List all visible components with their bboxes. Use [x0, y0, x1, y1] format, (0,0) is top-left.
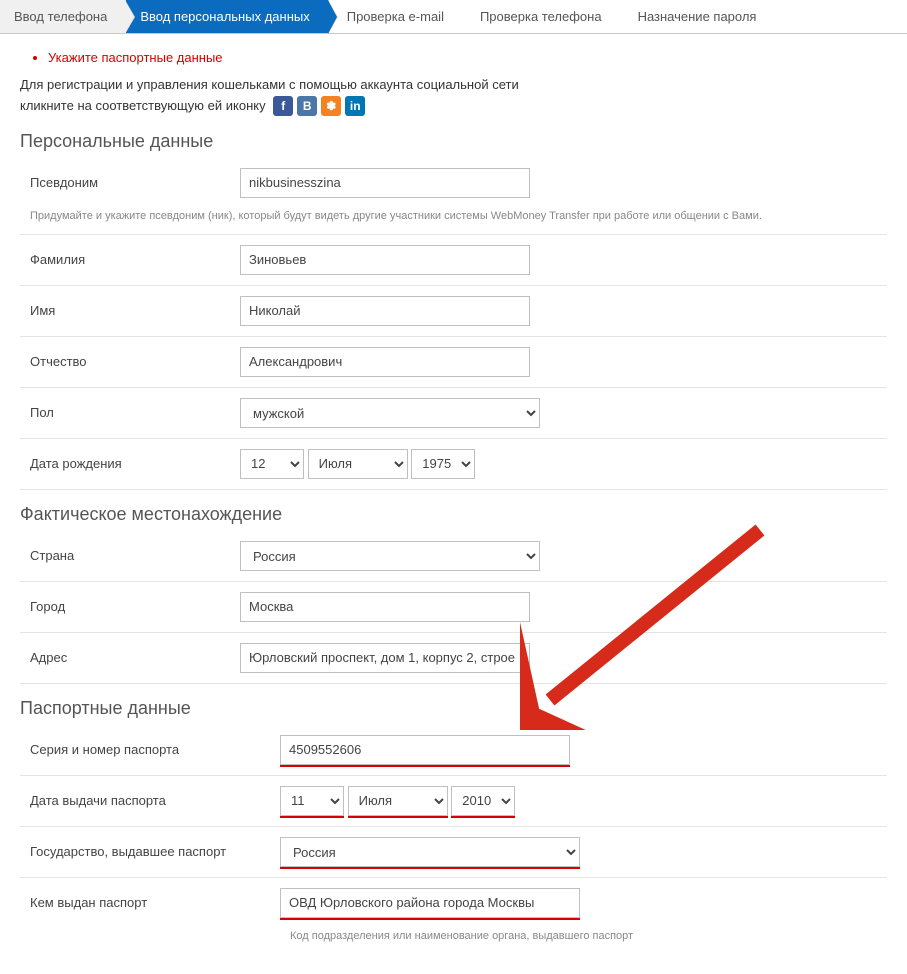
- section-passport: Паспортные данные: [20, 698, 887, 719]
- passport-issuer-hint: Код подразделения или наименование орган…: [20, 928, 887, 954]
- label-passport-date: Дата выдачи паспорта: [20, 793, 280, 808]
- label-sex: Пол: [20, 405, 240, 420]
- label-country: Страна: [20, 548, 240, 563]
- step-phone[interactable]: Ввод телефона: [0, 0, 126, 33]
- step-email[interactable]: Проверка e-mail: [329, 0, 462, 33]
- step-label: Ввод персональных данных: [140, 9, 309, 24]
- error-list: Укажите паспортные данные: [20, 50, 887, 65]
- step-password[interactable]: Назначение пароля: [620, 0, 775, 33]
- step-label: Назначение пароля: [638, 9, 757, 24]
- label-passport-country: Государство, выдавшее паспорт: [20, 844, 280, 859]
- vkontakte-icon[interactable]: B: [297, 96, 317, 116]
- passport-month-select[interactable]: Июля: [348, 786, 448, 816]
- firstname-input[interactable]: [240, 296, 530, 326]
- step-phone-check[interactable]: Проверка телефона: [462, 0, 620, 33]
- passport-issuer-input[interactable]: [280, 888, 580, 918]
- passport-date-group: 11 Июля 2010: [280, 786, 887, 816]
- lastname-input[interactable]: [240, 245, 530, 275]
- passport-no-input[interactable]: [280, 735, 570, 765]
- section-personal: Персональные данные: [20, 131, 887, 152]
- step-label: Проверка телефона: [480, 9, 602, 24]
- country-select[interactable]: Россия: [240, 541, 540, 571]
- label-passport-no: Серия и номер паспорта: [20, 742, 280, 757]
- label-lastname: Фамилия: [20, 252, 240, 267]
- label-passport-issuer: Кем выдан паспорт: [20, 895, 280, 910]
- dob-day-select[interactable]: 12: [240, 449, 304, 479]
- city-input[interactable]: [240, 592, 530, 622]
- patronymic-input[interactable]: [240, 347, 530, 377]
- intro-text: Для регистрации и управления кошельками …: [20, 75, 887, 117]
- steps-nav: Ввод телефона Ввод персональных данных П…: [0, 0, 907, 34]
- linkedin-icon[interactable]: in: [345, 96, 365, 116]
- dob-year-select[interactable]: 1975: [411, 449, 475, 479]
- label-address: Адрес: [20, 650, 240, 665]
- address-input[interactable]: [240, 643, 530, 673]
- label-dob: Дата рождения: [20, 456, 240, 471]
- passport-country-select[interactable]: Россия: [280, 837, 580, 867]
- error-item: Укажите паспортные данные: [48, 50, 887, 65]
- nick-hint: Придумайте и укажите псевдоним (ник), ко…: [20, 208, 887, 235]
- dob-group: 12 Июля 1975: [240, 449, 887, 479]
- step-label: Проверка e-mail: [347, 9, 444, 24]
- passport-day-select[interactable]: 11: [280, 786, 344, 816]
- sex-select[interactable]: мужской: [240, 398, 540, 428]
- label-patronymic: Отчество: [20, 354, 240, 369]
- social-icons: f B ✽ in: [273, 96, 365, 116]
- label-nick: Псевдоним: [20, 175, 240, 190]
- nick-input[interactable]: [240, 168, 530, 198]
- section-location: Фактическое местонахождение: [20, 504, 887, 525]
- dob-month-select[interactable]: Июля: [308, 449, 408, 479]
- intro-line2: кликните на соответствующую ей иконку: [20, 98, 266, 113]
- passport-year-select[interactable]: 2010: [451, 786, 515, 816]
- odnoklassniki-icon[interactable]: ✽: [321, 96, 341, 116]
- label-city: Город: [20, 599, 240, 614]
- label-firstname: Имя: [20, 303, 240, 318]
- step-label: Ввод телефона: [14, 9, 107, 24]
- facebook-icon[interactable]: f: [273, 96, 293, 116]
- step-personal-data[interactable]: Ввод персональных данных: [126, 0, 328, 33]
- intro-line1: Для регистрации и управления кошельками …: [20, 77, 519, 92]
